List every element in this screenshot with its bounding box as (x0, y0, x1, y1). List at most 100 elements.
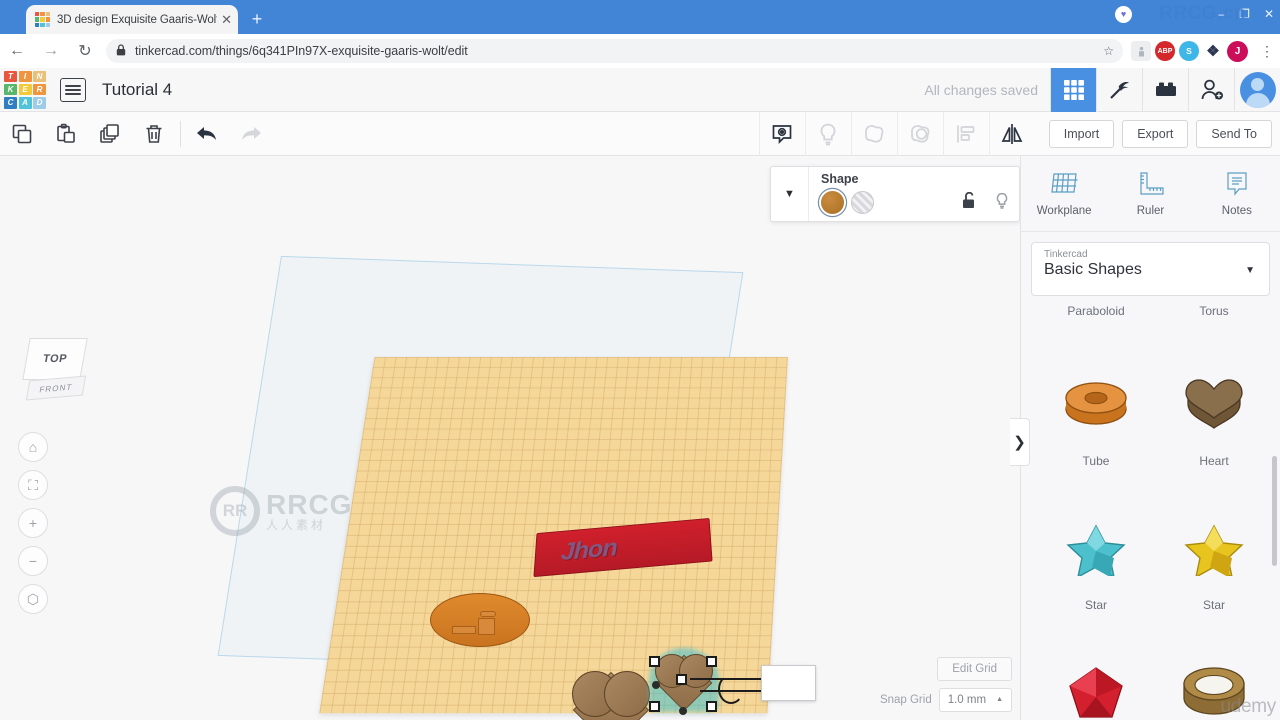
shapes-panel: Workplane Ruler Notes Tinkercad Basic Sh… (1020, 156, 1280, 720)
editor-toolbar: Import Export Send To (0, 111, 1280, 156)
snap-grid-row: Snap Grid 1.0 mm ▲ (880, 688, 1012, 712)
resize-handle-bottom-right[interactable] (706, 701, 717, 712)
shape-inspector: ▼ Shape (770, 166, 1020, 222)
ungroup-button[interactable] (896, 111, 943, 156)
brown-heart-large[interactable] (572, 671, 650, 720)
close-tab-icon[interactable]: ✕ (217, 12, 232, 28)
resize-handle-top-left[interactable] (649, 656, 660, 667)
minimize-button[interactable]: – (1218, 7, 1225, 21)
user-avatar-button[interactable] (1234, 67, 1280, 112)
shape-polyhedron[interactable] (1037, 602, 1155, 720)
orange-cylinder[interactable] (430, 593, 530, 647)
heart-badge-icon: ♥ (1115, 6, 1132, 23)
close-window-button[interactable]: ✕ (1264, 7, 1274, 21)
import-button[interactable]: Import (1048, 119, 1115, 148)
grid-controls: Edit Grid Snap Grid 1.0 mm ▲ (880, 657, 1012, 712)
forward-icon[interactable]: → (34, 34, 68, 68)
shape-star-teal[interactable]: Star (1037, 468, 1155, 612)
udemy-watermark: udemy (1220, 696, 1276, 717)
view-cube[interactable]: TOP FRONT (22, 334, 94, 406)
paste-button[interactable] (44, 112, 88, 156)
light-button[interactable] (804, 111, 851, 156)
mirror-button[interactable] (988, 111, 1035, 156)
adblock-plus-icon[interactable]: ABP (1155, 41, 1175, 61)
perspective-toggle-button[interactable]: ⬡ (18, 584, 48, 614)
tinkercad-logo[interactable]: T I N K E R C A D (4, 70, 46, 109)
browser-nav-bar: ← → ↻ tinkercad.com/things/6q341PIn97X-e… (0, 34, 1280, 68)
panel-toggle-button[interactable]: ❯ (1010, 418, 1030, 466)
shape-tube-label: Tube (1082, 454, 1110, 468)
export-button[interactable]: Export (1122, 119, 1189, 148)
rotate-handle[interactable] (652, 681, 660, 689)
shapes-panel-scrollbar[interactable] (1272, 456, 1277, 566)
notes-tool-label: Notes (1221, 205, 1252, 217)
snap-grid-value: 1.0 mm (947, 694, 987, 706)
logo-tile-e: E (18, 83, 32, 96)
shape-tube[interactable]: Tube (1037, 324, 1155, 468)
skype-icon[interactable]: S (1179, 41, 1199, 61)
cylinder-emboss-c (452, 626, 476, 634)
ruler-tool[interactable]: Ruler (1107, 156, 1193, 231)
snap-grid-select[interactable]: 1.0 mm ▲ (938, 688, 1012, 712)
blocks-button[interactable] (1142, 67, 1188, 112)
shape-library-select[interactable]: Tinkercad Basic Shapes ▼ (1031, 242, 1270, 296)
star-yellow-icon (1178, 504, 1250, 590)
view-navigation-controls: ⌂ ⛶ + − ⬡ (18, 432, 48, 614)
group-button[interactable] (850, 111, 897, 156)
address-bar[interactable]: tinkercad.com/things/6q341PIn97X-exquisi… (106, 39, 1123, 63)
undo-button[interactable] (185, 112, 229, 156)
browser-tab[interactable]: 3D design Exquisite Gaaris-Wolt ✕ (26, 5, 238, 34)
resize-handle-top-right[interactable] (706, 656, 717, 667)
zoom-in-button[interactable]: + (18, 508, 48, 538)
zoom-out-button[interactable]: − (18, 546, 48, 576)
action-buttons: Import Export Send To (1035, 119, 1280, 148)
notes-tool[interactable]: Notes (1194, 156, 1280, 231)
profile-avatar-icon[interactable]: J (1227, 40, 1248, 62)
browser-menu-icon[interactable]: ⋮ (1254, 43, 1280, 60)
minecraft-button[interactable] (1096, 67, 1142, 112)
home-view-button[interactable]: ⌂ (18, 432, 48, 462)
notes-button[interactable] (758, 111, 805, 156)
shape-library-grid[interactable]: Paraboloid Torus Tube Heart Star Star (1021, 302, 1279, 720)
fit-to-view-button[interactable]: ⛶ (18, 470, 48, 500)
height-handle[interactable] (679, 707, 687, 715)
inspector-collapse-icon[interactable]: ▼ (771, 167, 809, 221)
maximize-button[interactable]: ❐ (1239, 7, 1250, 21)
lock-icon (116, 43, 126, 59)
resize-handle-center[interactable] (676, 674, 687, 685)
bookmark-star-icon[interactable]: ☆ (1103, 44, 1114, 58)
unlocked-padlock-icon[interactable] (962, 191, 977, 214)
view-cube-front-face[interactable]: FRONT (25, 375, 87, 401)
logo-tile-r: R (33, 83, 46, 96)
edit-grid-button[interactable]: Edit Grid (937, 657, 1012, 681)
invite-people-button[interactable] (1188, 67, 1234, 112)
dimension-callout[interactable] (761, 665, 816, 701)
copy-button[interactable] (0, 112, 44, 156)
puzzle-extensions-icon[interactable]: ❖ (1203, 41, 1223, 61)
new-tab-button[interactable]: + (246, 9, 268, 31)
redo-button[interactable] (229, 112, 273, 156)
star-teal-icon (1060, 504, 1132, 590)
project-menu-icon[interactable] (60, 77, 86, 102)
extension-grey-icon[interactable] (1131, 41, 1151, 61)
align-button[interactable] (942, 111, 989, 156)
resize-handle-bottom-left[interactable] (649, 701, 660, 712)
address-bar-url: tinkercad.com/things/6q341PIn97X-exquisi… (135, 44, 468, 58)
send-to-button[interactable]: Send To (1196, 119, 1272, 148)
browser-tab-title: 3D design Exquisite Gaaris-Wolt (57, 13, 218, 26)
view-cube-top-face[interactable]: TOP (22, 338, 88, 380)
shape-star-yellow[interactable]: Star (1155, 468, 1273, 612)
grid-view-button[interactable] (1050, 67, 1096, 112)
design-canvas[interactable]: Jhon TOP FRONT ⌂ ⛶ + − ⬡ Edit Grid Snap … (0, 156, 1020, 720)
back-icon[interactable]: ← (0, 34, 34, 68)
delete-button[interactable] (132, 112, 176, 156)
hole-swatch[interactable] (851, 191, 874, 214)
workplane-tool[interactable]: Workplane (1021, 156, 1107, 231)
duplicate-button[interactable] (88, 112, 132, 156)
heart-icon (1178, 360, 1250, 446)
reload-icon[interactable]: ↻ (68, 34, 102, 68)
shape-heart[interactable]: Heart (1155, 324, 1273, 468)
solid-color-swatch[interactable] (821, 191, 844, 214)
lightbulb-icon[interactable] (995, 192, 1009, 214)
tinkercad-header: T I N K E R C A D Tutorial 4 All changes… (0, 67, 1280, 112)
